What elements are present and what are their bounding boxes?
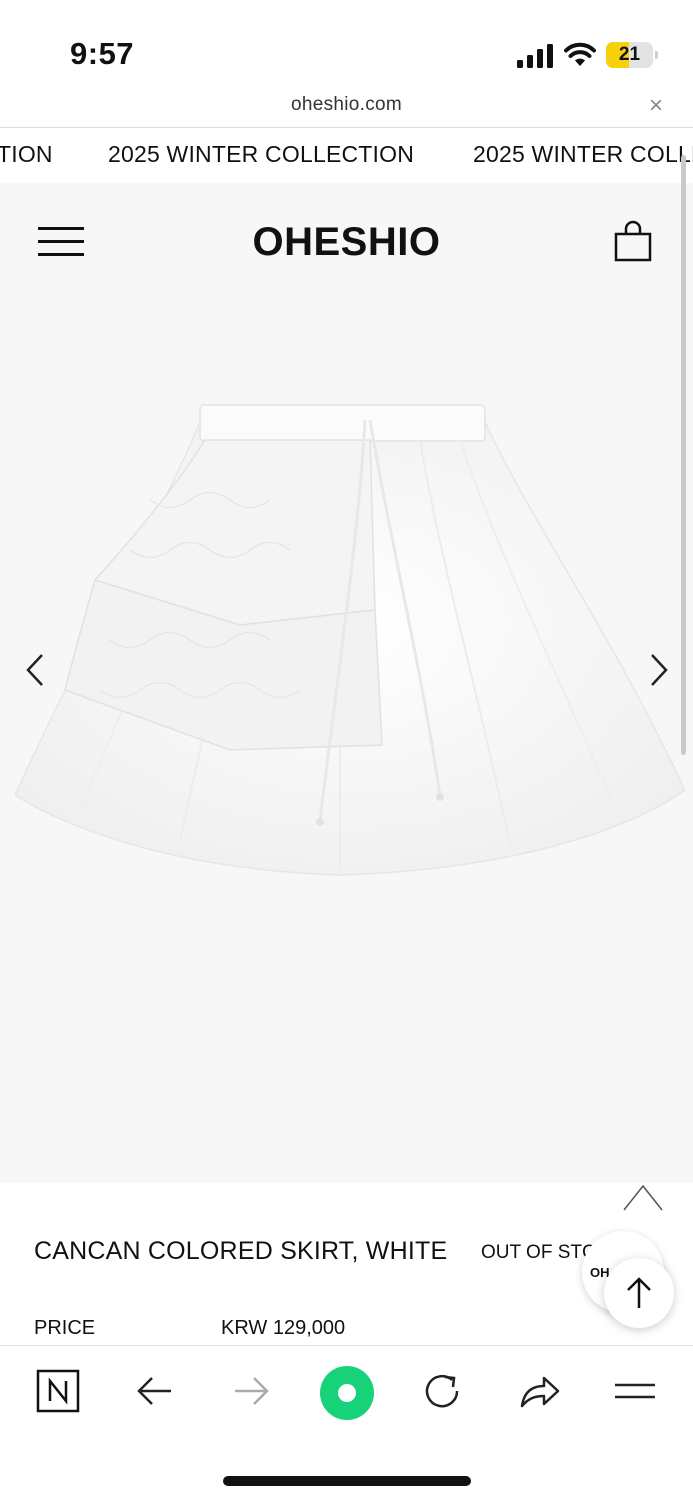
scrollbar[interactable] (681, 155, 686, 755)
share-icon[interactable] (514, 1366, 564, 1416)
battery-level: 21 (618, 44, 641, 65)
battery-icon: 21 (606, 42, 658, 68)
stock-status: OUT OF STC (481, 1242, 596, 1263)
scroll-to-top-button[interactable] (604, 1258, 674, 1328)
brand-logo[interactable]: OHESHIO (0, 220, 693, 265)
green-dot-icon[interactable] (318, 1364, 376, 1422)
announcement-item: 2025 WINTER COLLECTION (108, 141, 415, 167)
cellular-signal-icon (517, 44, 553, 68)
status-time: 9:57 (70, 36, 135, 71)
close-icon[interactable]: × (643, 93, 669, 119)
back-arrow-icon[interactable] (130, 1366, 180, 1416)
url-text[interactable]: oheshio.com (0, 94, 693, 116)
refresh-icon[interactable] (417, 1366, 467, 1416)
menu-lines-icon[interactable] (610, 1366, 660, 1416)
chevron-up-icon[interactable] (621, 1183, 665, 1213)
announcement-item: 2025 WINTER COLLE (473, 141, 693, 167)
product-image (14, 404, 686, 876)
naver-home-icon[interactable] (33, 1366, 83, 1416)
chevron-right-icon[interactable] (644, 650, 674, 690)
announcement-item: TION (0, 141, 53, 167)
announcement-marquee: TION 2025 WINTER COLLECTION 2025 WINTER … (0, 129, 693, 183)
price-value: KRW 129,000 (221, 1317, 346, 1339)
chevron-left-icon[interactable] (22, 650, 52, 690)
shopping-bag-icon[interactable] (612, 219, 654, 263)
browser-url-bar[interactable]: oheshio.com × (0, 90, 693, 128)
price-label: PRICE (34, 1317, 96, 1339)
browser-toolbar (0, 1345, 693, 1500)
home-indicator (223, 1476, 471, 1486)
product-name: CANCAN COLORED SKIRT, WHITE (34, 1237, 448, 1265)
forward-arrow-icon[interactable] (226, 1366, 276, 1416)
wifi-icon (564, 42, 596, 66)
status-bar: 9:57 21 (0, 0, 693, 90)
